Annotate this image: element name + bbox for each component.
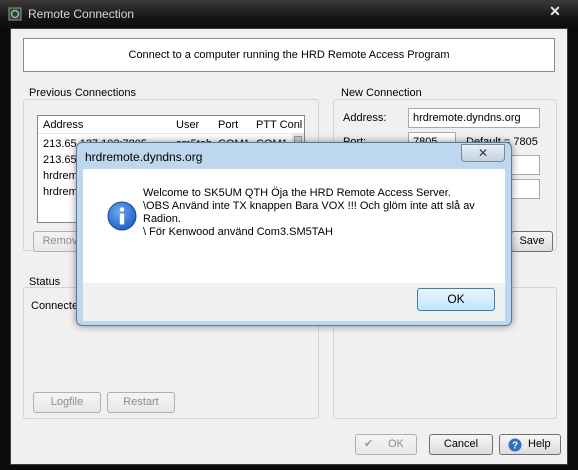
- list-header: Address User Port PTT Conl: [38, 116, 304, 134]
- dialog-body: Welcome to SK5UM QTH Öja the HRD Remote …: [83, 169, 505, 283]
- user-input[interactable]: [508, 155, 540, 175]
- dialog-ok-button[interactable]: OK: [417, 288, 495, 311]
- logfile-button[interactable]: Logfile: [33, 392, 101, 413]
- check-icon: ✔: [364, 438, 374, 450]
- help-button[interactable]: ? Help: [499, 434, 561, 455]
- window-title-bar: Remote Connection ✕: [0, 0, 578, 28]
- dialog-message: Welcome to SK5UM QTH Öja the HRD Remote …: [143, 187, 491, 239]
- address-label: Address:: [343, 112, 387, 124]
- help-icon: ?: [508, 438, 522, 452]
- window-close-button[interactable]: ✕: [540, 2, 570, 20]
- welcome-dialog: hrdremote.dyndns.org ✕ Welcome to SK5UM …: [76, 142, 512, 326]
- info-icon: [107, 201, 137, 231]
- instruction-banner: Connect to a computer running the HRD Re…: [23, 38, 555, 72]
- window-title: Remote Connection: [28, 7, 135, 21]
- message-line: Radion.: [143, 213, 181, 225]
- address-input[interactable]: hrdremote.dyndns.org: [408, 108, 540, 128]
- new-connection-label: New Connection: [341, 87, 422, 99]
- cancel-button[interactable]: Cancel: [429, 434, 493, 455]
- status-text: Connecte: [31, 300, 79, 312]
- save-button[interactable]: Save: [511, 231, 553, 252]
- restart-button[interactable]: Restart: [107, 392, 175, 413]
- dialog-title: hrdremote.dyndns.org: [85, 150, 203, 164]
- message-line: \OBS Använd inte TX knappen Bara VOX !!!…: [143, 200, 475, 212]
- dialog-close-button[interactable]: ✕: [461, 144, 505, 162]
- column-user[interactable]: User: [176, 119, 199, 131]
- column-port[interactable]: Port: [218, 119, 238, 131]
- ok-button-label: OK: [388, 438, 404, 450]
- column-ptt[interactable]: PTT Conl: [256, 119, 302, 131]
- app-icon: [8, 7, 22, 21]
- password-input[interactable]: [508, 179, 540, 199]
- message-line: Welcome to SK5UM QTH Öja the HRD Remote …: [143, 187, 451, 199]
- column-address[interactable]: Address: [43, 119, 83, 131]
- ok-button[interactable]: ✔ OK: [355, 434, 417, 455]
- message-line: \ För Kenwood använd Com3.SM5TAH: [143, 226, 333, 238]
- previous-connections-label: Previous Connections: [29, 87, 137, 99]
- svg-text:?: ?: [512, 441, 518, 452]
- help-button-label: Help: [528, 438, 551, 450]
